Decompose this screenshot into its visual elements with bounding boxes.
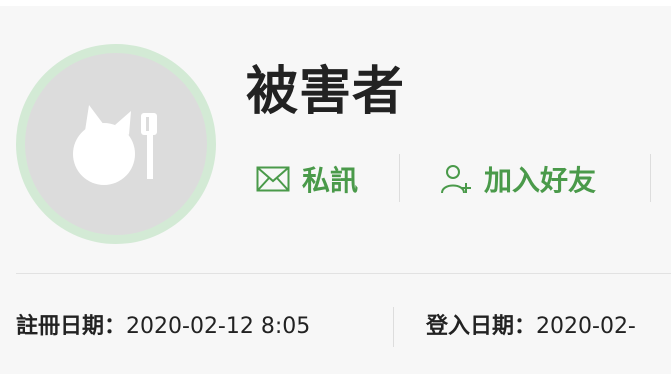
login-date-value: 2020-02- (536, 314, 636, 339)
avatar[interactable] (25, 53, 207, 235)
registered-date-value: 2020-02-12 8:05 (126, 314, 311, 339)
message-button[interactable]: 私訊 (256, 154, 358, 204)
registered-date: 註冊日期：2020-02-12 8:05 (16, 307, 310, 347)
top-strip (0, 0, 671, 6)
login-date-label: 登入日期： (426, 314, 537, 339)
registered-date-label: 註冊日期： (16, 314, 127, 339)
message-button-label: 私訊 (302, 164, 359, 197)
add-friend-button-label: 加入好友 (484, 164, 597, 197)
login-date: 登入日期：2020-02- (426, 307, 636, 347)
action-divider-right (650, 154, 651, 202)
username: 被害者 (246, 62, 406, 122)
mail-icon (256, 166, 290, 192)
add-friend-button[interactable]: 加入好友 (440, 154, 596, 204)
info-divider (393, 307, 394, 347)
action-divider (399, 154, 400, 202)
section-divider (16, 273, 671, 274)
add-user-icon (440, 163, 472, 195)
default-avatar-bomb-icon (73, 105, 157, 185)
